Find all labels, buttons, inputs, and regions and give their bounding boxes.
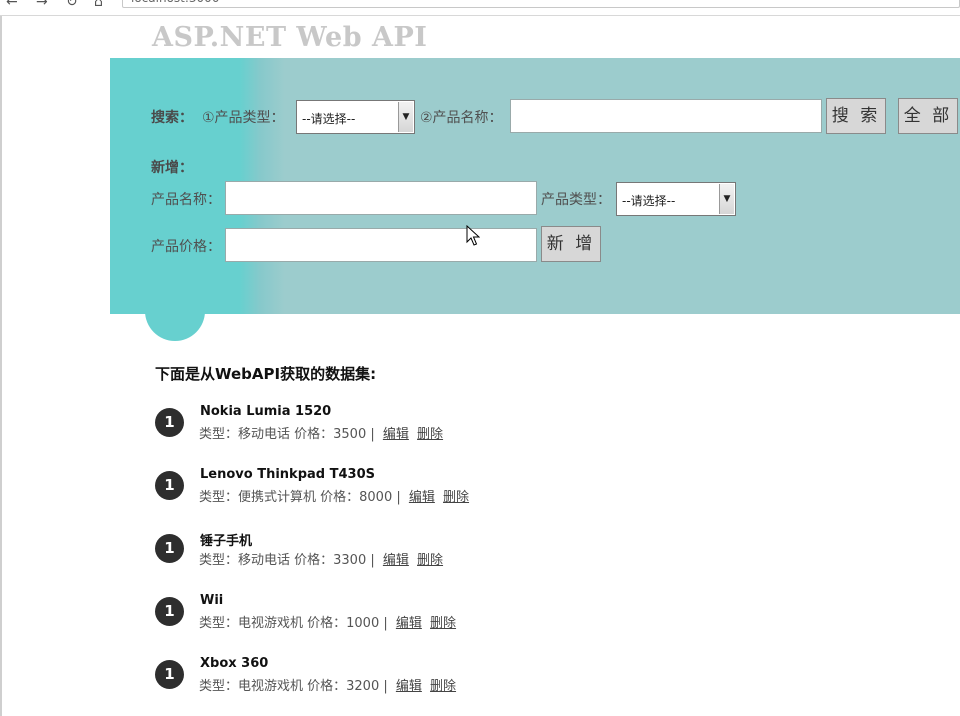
add-name-input[interactable] [225, 181, 537, 215]
search-name-label: ②产品名称： [420, 107, 503, 127]
mouse-cursor-icon [466, 225, 480, 247]
edit-link[interactable]: 编辑 [396, 616, 422, 631]
edit-link[interactable]: 编辑 [383, 553, 409, 568]
list-item: 1 Nokia Lumia 1520 类型：移动电话 价格：3500 | 编辑 … [155, 404, 855, 444]
hero-decoration [145, 283, 205, 341]
add-price-label: 产品价格： [151, 236, 221, 256]
product-name: Wii [200, 593, 223, 608]
number-badge: 1 [155, 534, 184, 563]
delete-link[interactable]: 删除 [417, 553, 443, 568]
edit-link[interactable]: 编辑 [396, 679, 422, 694]
product-meta: 类型：便携式计算机 价格：8000 | 编辑 删除 [199, 486, 469, 505]
add-type-label: 产品类型： [541, 189, 611, 209]
edit-link[interactable]: 编辑 [383, 427, 409, 442]
product-meta-text: 类型：电视游戏机 价格：1000 | [199, 616, 388, 631]
search-type-select-value: --请选择-- [302, 112, 355, 126]
reload-icon[interactable]: ↻ [66, 0, 78, 10]
number-badge: 1 [155, 597, 184, 626]
number-badge: 1 [155, 660, 184, 689]
product-meta: 类型：移动电话 价格：3300 | 编辑 删除 [199, 549, 443, 568]
product-meta-text: 类型：便携式计算机 价格：8000 | [199, 490, 401, 505]
add-button[interactable]: 新 增 [541, 226, 601, 262]
list-item: 1 Wii 类型：电视游戏机 价格：1000 | 编辑 删除 [155, 593, 855, 633]
product-meta: 类型：电视游戏机 价格：1000 | 编辑 删除 [199, 612, 456, 631]
address-bar[interactable]: localhost:3000 [122, 0, 960, 8]
product-meta-text: 类型：移动电话 价格：3500 | [199, 427, 375, 442]
add-type-select[interactable]: --请选择-- ▼ [616, 182, 736, 216]
search-type-label: ①产品类型： [202, 107, 285, 127]
search-button[interactable]: 搜 索 [826, 98, 886, 134]
product-name: 锤子手机 [200, 530, 252, 549]
delete-link[interactable]: 删除 [430, 616, 456, 631]
product-name: Xbox 360 [200, 656, 268, 671]
product-name: Nokia Lumia 1520 [200, 404, 331, 419]
number-badge: 1 [155, 471, 184, 500]
product-meta-text: 类型：移动电话 价格：3300 | [199, 553, 375, 568]
edit-link[interactable]: 编辑 [409, 490, 435, 505]
show-all-button[interactable]: 全 部 [898, 98, 958, 134]
product-meta: 类型：移动电话 价格：3500 | 编辑 删除 [199, 423, 443, 442]
search-type-select[interactable]: --请选择-- ▼ [296, 100, 415, 134]
list-item: 1 Xbox 360 类型：电视游戏机 价格：3200 | 编辑 删除 [155, 656, 855, 696]
add-name-label: 产品名称： [151, 189, 221, 209]
add-type-select-value: --请选择-- [622, 194, 675, 208]
search-name-input[interactable] [510, 99, 822, 133]
add-price-input[interactable] [225, 228, 537, 262]
home-icon[interactable]: ⌂ [94, 0, 103, 10]
delete-link[interactable]: 删除 [430, 679, 456, 694]
window-border [0, 16, 2, 716]
product-meta: 类型：电视游戏机 价格：3200 | 编辑 删除 [199, 675, 456, 694]
product-meta-text: 类型：电视游戏机 价格：3200 | [199, 679, 388, 694]
browser-toolbar: ← → ↻ ⌂ localhost:3000 [0, 0, 960, 16]
delete-link[interactable]: 删除 [443, 490, 469, 505]
delete-link[interactable]: 删除 [417, 427, 443, 442]
number-badge: 1 [155, 408, 184, 437]
chevron-down-icon[interactable]: ▼ [398, 102, 413, 132]
product-name: Lenovo Thinkpad T430S [200, 467, 375, 482]
chevron-down-icon[interactable]: ▼ [719, 184, 734, 214]
list-item: 1 锤子手机 类型：移动电话 价格：3300 | 编辑 删除 [155, 530, 855, 570]
list-title: 下面是从WebAPI获取的数据集: [155, 363, 376, 384]
site-title: ASP.NET Web API [152, 22, 427, 53]
add-label: 新增： [151, 157, 193, 177]
back-icon[interactable]: ← [6, 0, 18, 10]
list-item: 1 Lenovo Thinkpad T430S 类型：便携式计算机 价格：800… [155, 467, 855, 507]
forward-icon[interactable]: → [36, 0, 48, 10]
search-label: 搜索： [151, 107, 193, 127]
